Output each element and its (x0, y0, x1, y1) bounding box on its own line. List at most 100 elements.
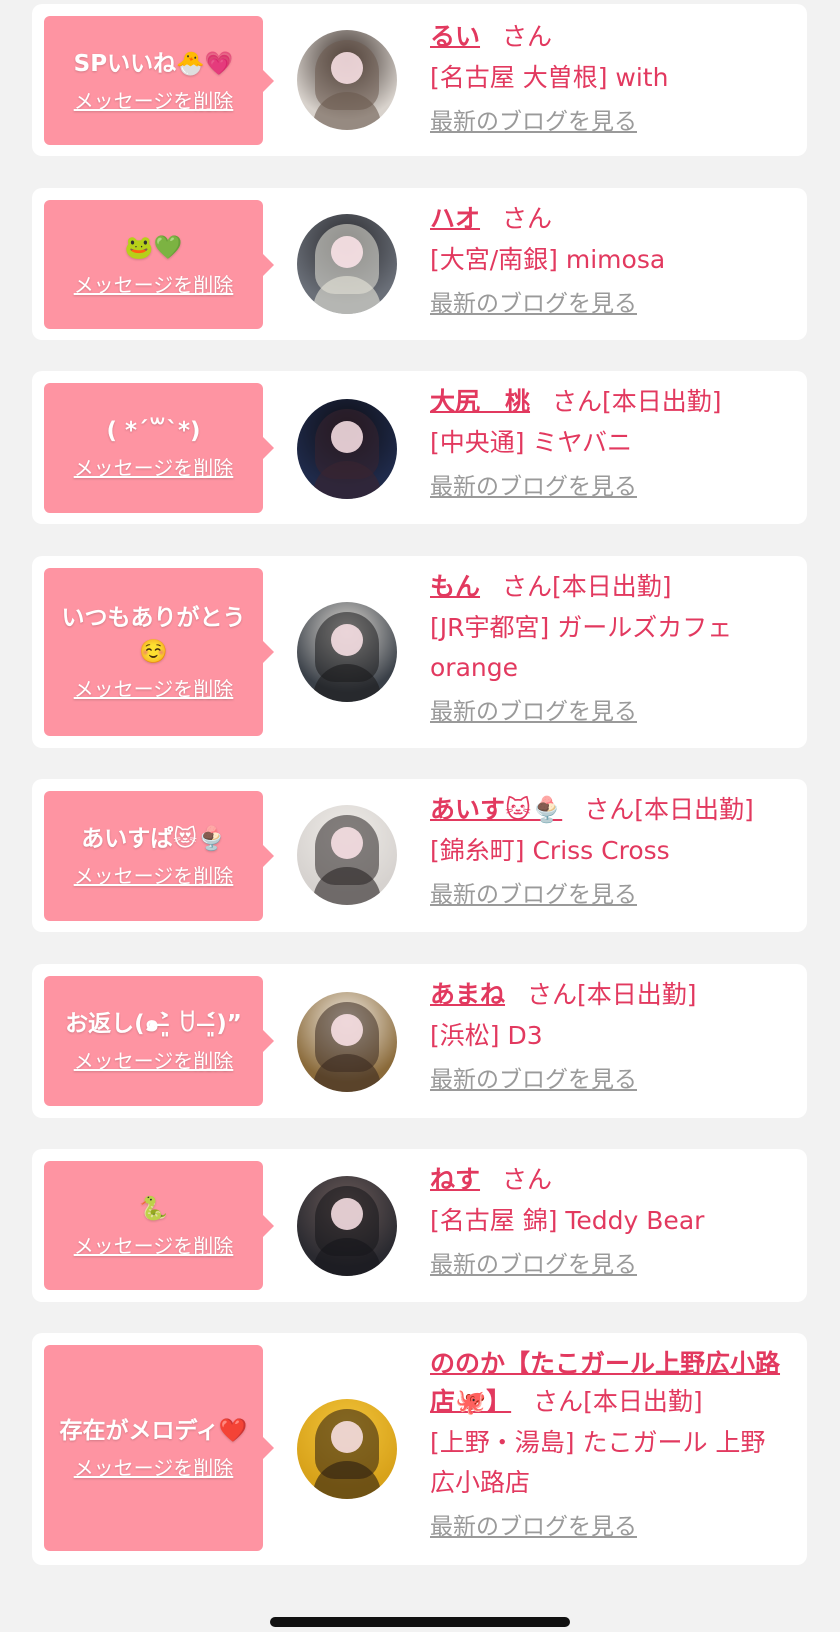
message-card: ( *´꒳`*) メッセージを削除 大尻 桃さん[本日出勤] [中央通] ミヤバニ 最新… (32, 371, 807, 524)
message-text: あいすぱ😻🍨 (81, 826, 226, 852)
work-status-badge: [本日出勤] (583, 1387, 703, 1416)
name-line: もん さん[本日出勤] (430, 568, 780, 606)
honorific-label: さん (502, 22, 553, 51)
profile-name-link[interactable]: るい (430, 22, 480, 51)
profile-info: ののか【たこガール上野広小路店🐙】 さん[本日出勤] [上野・湯島] たこガール 上… (430, 1345, 780, 1543)
blog-link-row: 最新のブログを見る (430, 106, 780, 138)
avatar[interactable] (297, 399, 397, 499)
name-line: ののか【たこガール上野広小路店🐙】 さん[本日出勤] (430, 1345, 780, 1421)
message-bubble: ( *´꒳`*) メッセージを削除 (44, 383, 274, 513)
message-bubble: いつもありがとう☺️ メッセージを削除 (44, 568, 274, 736)
shop-label: [錦糸町] Criss Cross (430, 836, 670, 865)
latest-blog-link[interactable]: 最新のブログを見る (430, 471, 637, 503)
profile-info: 大尻 桃さん[本日出勤] [中央通] ミヤバニ 最新のブログを見る (430, 383, 780, 503)
shop-label: [名古屋 大曽根] with (430, 63, 669, 92)
delete-message-link[interactable]: メッセージを削除 (74, 87, 234, 115)
name-line: 大尻 桃さん[本日出勤] (430, 383, 780, 421)
profile-info: ハオ さん [大宮/南銀] mimosa 最新のブログを見る (430, 200, 780, 320)
avatar[interactable] (297, 602, 397, 702)
work-status-badge: [本日出勤] (552, 572, 672, 601)
honorific-label: さん (502, 204, 553, 233)
message-bubble: 🐸💚 メッセージを削除 (44, 200, 274, 329)
shop-label: [上野・湯島] たこガール 上野広小路店 (430, 1428, 766, 1497)
avatar[interactable] (297, 30, 397, 130)
message-card: SPいいね🐣💗 メッセージを削除 るい さん [名古屋 大曽根] with 最新のブログを… (32, 4, 807, 156)
latest-blog-link[interactable]: 最新のブログを見る (430, 1064, 637, 1096)
profile-name-link[interactable]: 大尻 桃 (430, 387, 530, 416)
message-card: いつもありがとう☺️ メッセージを削除 もん さん[本日出勤] [JR宇都宮] ガールズ… (32, 556, 807, 748)
avatar[interactable] (297, 1176, 397, 1276)
profile-info: あまね さん[本日出勤] [浜松] D3 最新のブログを見る (430, 976, 780, 1096)
blog-link-row: 最新のブログを見る (430, 1249, 780, 1281)
shop-label: [JR宇都宮] ガールズカフェ orange (430, 613, 733, 682)
latest-blog-link[interactable]: 最新のブログを見る (430, 288, 637, 320)
honorific-label: さん (533, 1387, 584, 1416)
work-status-badge: [本日出勤] (577, 980, 697, 1009)
avatar[interactable] (297, 992, 397, 1092)
profile-name-link[interactable]: あいす🐱🍨 (430, 795, 562, 824)
profile-info: あいす🐱🍨 さん[本日出勤] [錦糸町] Criss Cross 最新のブログを見る (430, 791, 780, 911)
latest-blog-link[interactable]: 最新のブログを見る (430, 1249, 637, 1281)
shop-label: [浜松] D3 (430, 1021, 543, 1050)
name-line: あまね さん[本日出勤] (430, 976, 780, 1014)
home-indicator (270, 1617, 570, 1627)
shop-label: [大宮/南銀] mimosa (430, 245, 666, 274)
name-line: ハオ さん (430, 200, 780, 238)
honorific-label: さん (584, 795, 635, 824)
message-text: 🐍 (139, 1195, 168, 1222)
work-status-badge: [本日出勤] (634, 795, 754, 824)
avatar[interactable] (297, 805, 397, 905)
message-card: 存在がメロディ❤️ メッセージを削除 ののか【たこガール上野広小路店🐙】 さん[本日出… (32, 1333, 807, 1565)
profile-name-link[interactable]: あまね (430, 980, 505, 1009)
message-text: 存在がメロディ❤️ (59, 1418, 248, 1444)
blog-link-row: 最新のブログを見る (430, 879, 780, 911)
message-bubble: あいすぱ😻🍨 メッセージを削除 (44, 791, 274, 921)
latest-blog-link[interactable]: 最新のブログを見る (430, 1511, 637, 1543)
latest-blog-link[interactable]: 最新のブログを見る (430, 696, 637, 728)
delete-message-link[interactable]: メッセージを削除 (74, 271, 234, 299)
honorific-label: さん (552, 387, 603, 416)
message-list: SPいいね🐣💗 メッセージを削除 るい さん [名古屋 大曽根] with 最新のブログを… (0, 0, 840, 1632)
delete-message-link[interactable]: メッセージを削除 (74, 454, 234, 482)
name-line: ねす さん (430, 1161, 780, 1199)
delete-message-link[interactable]: メッセージを削除 (74, 1232, 234, 1260)
delete-message-link[interactable]: メッセージを削除 (74, 1454, 234, 1482)
shop-label: [中央通] ミヤバニ (430, 428, 632, 457)
latest-blog-link[interactable]: 最新のブログを見る (430, 879, 637, 911)
delete-message-link[interactable]: メッセージを削除 (74, 1047, 234, 1075)
honorific-label: さん (502, 1165, 553, 1194)
profile-info: もん さん[本日出勤] [JR宇都宮] ガールズカフェ orange 最新のブログを見… (430, 568, 780, 728)
message-text: 🐸💚 (124, 234, 183, 261)
message-text: ( *´꒳`*) (106, 418, 201, 444)
profile-info: ねす さん [名古屋 錦] Teddy Bear 最新のブログを見る (430, 1161, 780, 1281)
message-text: いつもありがとう☺️ (61, 605, 246, 665)
blog-link-row: 最新のブログを見る (430, 471, 780, 503)
blog-link-row: 最新のブログを見る (430, 1511, 780, 1543)
name-line: あいす🐱🍨 さん[本日出勤] (430, 791, 780, 829)
delete-message-link[interactable]: メッセージを削除 (74, 862, 234, 890)
work-status-badge: [本日出勤] (602, 387, 722, 416)
message-bubble: お返し(๑˃̶͈̀ ꇴ ˂̶͈́)” メッセージを削除 (44, 976, 274, 1106)
message-card: お返し(๑˃̶͈̀ ꇴ ˂̶͈́)” メッセージを削除 あまね さん[本日出勤] [浜松… (32, 964, 807, 1118)
message-text: お返し(๑˃̶͈̀ ꇴ ˂̶͈́)” (65, 1011, 242, 1037)
message-bubble: 🐍 メッセージを削除 (44, 1161, 274, 1290)
shop-label: [名古屋 錦] Teddy Bear (430, 1206, 705, 1235)
latest-blog-link[interactable]: 最新のブログを見る (430, 106, 637, 138)
profile-info: るい さん [名古屋 大曽根] with 最新のブログを見る (430, 18, 780, 138)
avatar[interactable] (297, 214, 397, 314)
message-bubble: SPいいね🐣💗 メッセージを削除 (44, 16, 274, 145)
message-card: 🐸💚 メッセージを削除 ハオ さん [大宮/南銀] mimosa 最新のブログを見る (32, 188, 807, 340)
profile-name-link[interactable]: ねす (430, 1165, 480, 1194)
blog-link-row: 最新のブログを見る (430, 288, 780, 320)
message-bubble: 存在がメロディ❤️ メッセージを削除 (44, 1345, 274, 1551)
message-card: あいすぱ😻🍨 メッセージを削除 あいす🐱🍨 さん[本日出勤] [錦糸町] Criss C… (32, 779, 807, 932)
blog-link-row: 最新のブログを見る (430, 696, 780, 728)
blog-link-row: 最新のブログを見る (430, 1064, 780, 1096)
message-card: 🐍 メッセージを削除 ねす さん [名古屋 錦] Teddy Bear 最新のブログを見る (32, 1149, 807, 1302)
profile-name-link[interactable]: ハオ (430, 204, 480, 233)
message-text: SPいいね🐣💗 (73, 50, 234, 77)
honorific-label: さん (502, 572, 553, 601)
avatar[interactable] (297, 1399, 397, 1499)
delete-message-link[interactable]: メッセージを削除 (74, 675, 234, 703)
profile-name-link[interactable]: もん (430, 572, 480, 601)
